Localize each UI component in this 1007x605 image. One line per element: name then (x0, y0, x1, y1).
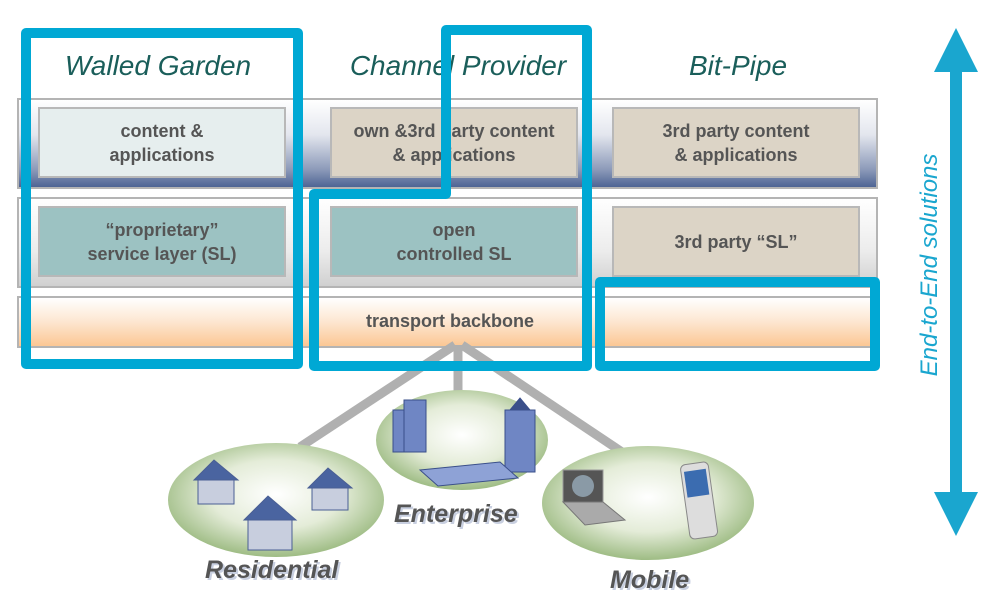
end-to-end-label: End-to-End solutions (916, 153, 943, 377)
bit-pipe-outline (595, 277, 880, 371)
diagram: Walled Garden Channel Provider Bit-Pipe … (0, 0, 1007, 605)
enterprise-label: Enterprise (394, 500, 518, 528)
mobile-label: Mobile (610, 566, 690, 594)
residential-label: Residential (205, 556, 339, 584)
highlight-outlines (21, 25, 880, 371)
channel-provider-outline (309, 25, 592, 371)
walled-garden-outline (21, 28, 303, 369)
